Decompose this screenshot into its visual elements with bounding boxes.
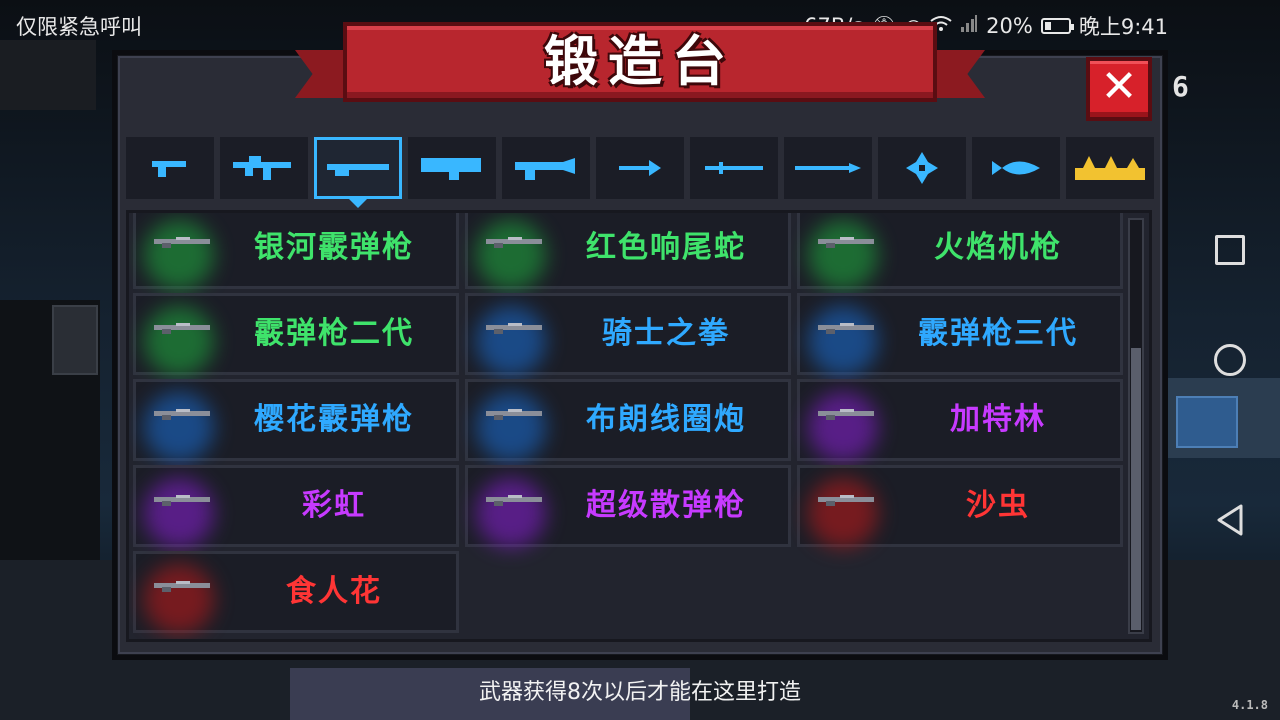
tab-special[interactable] — [502, 137, 590, 199]
tab-bow[interactable] — [596, 137, 684, 199]
rarity-glow — [476, 220, 546, 290]
weapon-sprite-icon — [154, 323, 210, 334]
bow-icon — [619, 160, 661, 176]
clock: 晚上9:41 — [1078, 15, 1168, 39]
weapon-card[interactable]: 布朗线圈炮 — [465, 379, 791, 462]
weapon-name: 霰弹枪二代 — [254, 316, 414, 351]
tab-sword[interactable] — [690, 137, 778, 199]
weapon-sprite-icon — [486, 237, 542, 248]
shuriken-icon — [906, 152, 938, 184]
close-button[interactable]: ✕ — [1086, 57, 1152, 121]
tab-misc[interactable] — [1066, 137, 1154, 199]
weapon-sprite-icon — [818, 409, 874, 420]
hint-text: 武器获得8次以后才能在这里打造 — [479, 680, 801, 705]
tab-launcher[interactable] — [408, 137, 496, 199]
rarity-glow — [476, 478, 546, 548]
rarity-glow — [144, 564, 214, 634]
weapon-card[interactable]: 霰弹枪三代 — [797, 293, 1123, 376]
weapon-sprite-icon — [154, 581, 210, 592]
battery-charging-icon — [1040, 18, 1074, 34]
weapon-name: 超级散弹枪 — [586, 488, 746, 523]
signal-icon — [960, 14, 978, 38]
tab-fish[interactable] — [972, 137, 1060, 199]
weapon-card[interactable]: 霰弹枪二代 — [133, 293, 459, 376]
weapon-sprite-icon — [818, 495, 874, 506]
weapon-name: 食人花 — [286, 574, 382, 609]
weapon-card[interactable]: 樱花霰弹枪 — [133, 379, 459, 462]
home-icon[interactable] — [1210, 340, 1250, 380]
rarity-glow — [808, 478, 878, 548]
weapon-card[interactable]: 骑士之拳 — [465, 293, 791, 376]
rarity-glow — [476, 306, 546, 376]
close-icon: ✕ — [1100, 61, 1138, 112]
tab-spear[interactable] — [784, 137, 872, 199]
rarity-glow — [808, 392, 878, 462]
weapon-name: 沙虫 — [966, 488, 1030, 523]
weapon-card[interactable]: 沙虫 — [797, 465, 1123, 548]
rarity-glow — [144, 220, 214, 290]
tab-shotgun[interactable] — [314, 137, 402, 199]
sword-icon — [705, 162, 763, 174]
assault-rifle-icon — [233, 156, 291, 180]
weapon-name: 樱花霰弹枪 — [254, 402, 414, 437]
carrier-text: 仅限紧急呼叫 — [16, 15, 142, 39]
tab-pistol[interactable] — [126, 137, 214, 199]
background-door — [52, 305, 98, 375]
weapon-card[interactable]: 食人花 — [133, 551, 459, 634]
battery-percent: 20% — [986, 14, 1033, 38]
weapon-name: 彩虹 — [302, 488, 366, 523]
weapon-name: 红色响尾蛇 — [586, 230, 746, 265]
spear-icon — [795, 163, 861, 173]
weapon-name: 加特林 — [950, 402, 1046, 437]
weapon-sprite-icon — [486, 323, 542, 334]
weapon-sprite-icon — [154, 237, 210, 248]
shotgun-icon — [327, 164, 389, 176]
background-wall-block — [0, 40, 96, 110]
title-banner: 锻造台 — [295, 22, 985, 106]
fish-icon — [992, 161, 1040, 175]
weapon-card[interactable]: 银河霰弹枪 — [133, 213, 459, 290]
weapon-sprite-icon — [818, 323, 874, 334]
weapon-sprite-icon — [154, 409, 210, 420]
category-tabs — [126, 137, 1156, 199]
weapon-sprite-icon — [486, 409, 542, 420]
weapon-card[interactable]: 彩虹 — [133, 465, 459, 548]
page-title: 锻造台 — [544, 30, 736, 93]
weapon-name: 骑士之拳 — [602, 316, 730, 351]
back-icon[interactable] — [1210, 500, 1250, 540]
pistol-icon — [152, 161, 186, 177]
system-nav-bar — [1180, 50, 1280, 720]
rarity-glow — [476, 392, 546, 462]
side-counter: 6 — [1172, 70, 1189, 103]
weapon-name: 银河霰弹枪 — [254, 230, 414, 265]
weapon-sprite-icon — [486, 495, 542, 506]
tab-assault-rifle[interactable] — [220, 137, 308, 199]
rarity-glow — [144, 306, 214, 376]
weapon-sprite-icon — [818, 237, 874, 248]
rarity-glow — [144, 392, 214, 462]
rarity-glow — [808, 306, 878, 376]
gold-misc-icon — [1075, 156, 1145, 180]
tab-shuriken[interactable] — [878, 137, 966, 199]
recent-apps-icon[interactable] — [1210, 230, 1250, 270]
version-label: 4.1.8 — [1231, 698, 1268, 712]
weapon-name: 霰弹枪三代 — [918, 316, 1078, 351]
weapon-list: 银河霰弹枪 红色响尾蛇 火焰机枪霰弹枪二代 骑士之拳 霰弹枪三代樱花霰弹枪 布朗线圈炮 加特… — [126, 210, 1152, 642]
weapon-card[interactable]: 加特林 — [797, 379, 1123, 462]
weapon-name: 布朗线圈炮 — [586, 402, 746, 437]
weapon-sprite-icon — [154, 495, 210, 506]
weapon-name: 火焰机枪 — [934, 230, 1062, 265]
weapon-card[interactable]: 火焰机枪 — [797, 213, 1123, 290]
launcher-icon — [421, 158, 481, 180]
selected-tab-indicator — [348, 198, 368, 208]
rarity-glow — [808, 220, 878, 290]
scrollbar-thumb[interactable] — [1131, 348, 1141, 630]
weapon-card[interactable]: 红色响尾蛇 — [465, 213, 791, 290]
weapon-card[interactable]: 超级散弹枪 — [465, 465, 791, 548]
special-gun-icon — [515, 158, 575, 180]
rarity-glow — [144, 478, 214, 548]
